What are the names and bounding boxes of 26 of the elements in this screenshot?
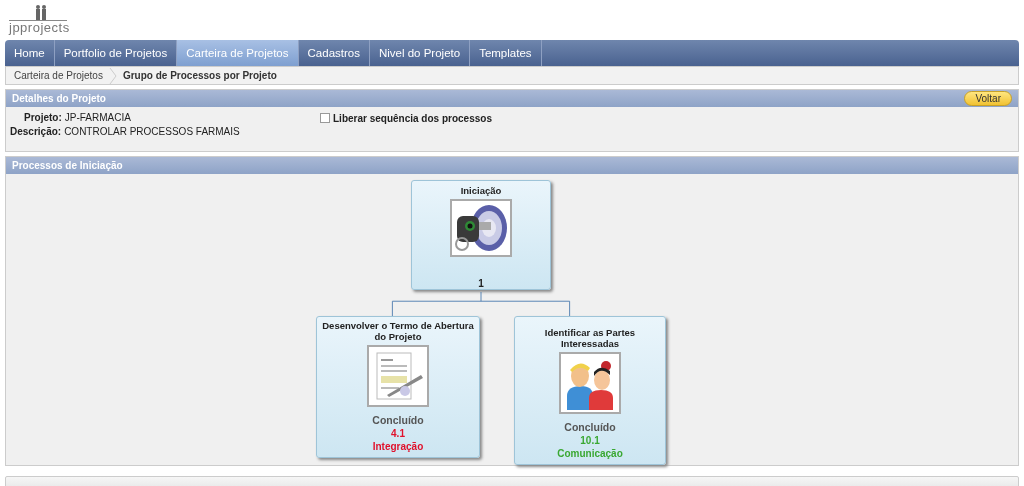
status-text: Concluído xyxy=(564,421,616,433)
back-button[interactable]: Voltar xyxy=(964,91,1012,106)
knowledge-area: Integração xyxy=(372,441,424,452)
field-label: Descrição: xyxy=(10,126,62,137)
process-card[interactable]: Iniciação 1 xyxy=(411,180,551,290)
panel-title: Processos de Iniciação xyxy=(12,160,123,171)
process-card[interactable]: Identificar as Partes Interessadas Concluído 10.1 Comunicação xyxy=(514,316,666,465)
status-text: Concluído xyxy=(372,414,424,426)
card-number: 1 xyxy=(478,278,484,289)
card-title: Identificar as Partes Interessadas xyxy=(543,327,637,349)
card-title: Iniciação xyxy=(459,185,503,196)
breadcrumb-link[interactable]: Carteira de Projetos xyxy=(14,70,103,81)
field-value: JP-FARMACIA xyxy=(64,112,131,123)
process-code: 4.1 xyxy=(391,428,405,439)
field-value: CONTROLAR PROCESSOS FARMAIS xyxy=(64,126,240,137)
field-label: Projeto: xyxy=(24,112,62,123)
process-code: 10.1 xyxy=(580,435,600,446)
checkbox[interactable] xyxy=(320,113,330,123)
card-title: Desenvolver o Termo de Abertura do Projeto xyxy=(321,320,475,342)
panel-title: Detalhes do Projeto xyxy=(12,93,106,104)
checkbox-label: Liberar sequência dos processos xyxy=(333,112,492,124)
breadcrumb-link[interactable]: Grupo de Processos por Projeto xyxy=(122,70,277,81)
key-lock-icon xyxy=(453,202,509,254)
knowledge-area: Comunicação xyxy=(557,448,623,459)
process-card[interactable]: Desenvolver o Termo de Abertura do Projeto Concluído 4.1 Integração xyxy=(316,316,480,458)
logo-text: jpprojects xyxy=(9,21,70,35)
